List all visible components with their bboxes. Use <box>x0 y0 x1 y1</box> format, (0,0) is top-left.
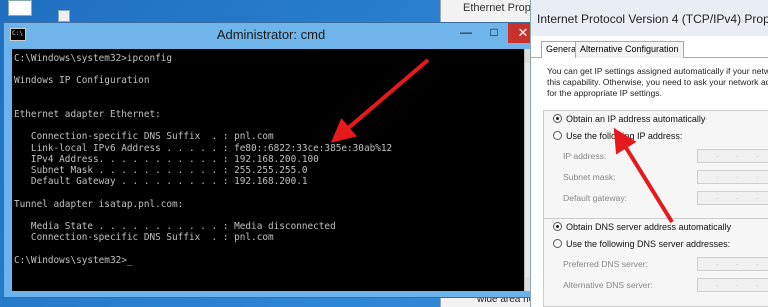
arrow-to-ipv4-address <box>330 58 430 143</box>
annotation-arrows <box>330 58 674 224</box>
arrow-to-obtain-ip-radio <box>613 127 674 224</box>
